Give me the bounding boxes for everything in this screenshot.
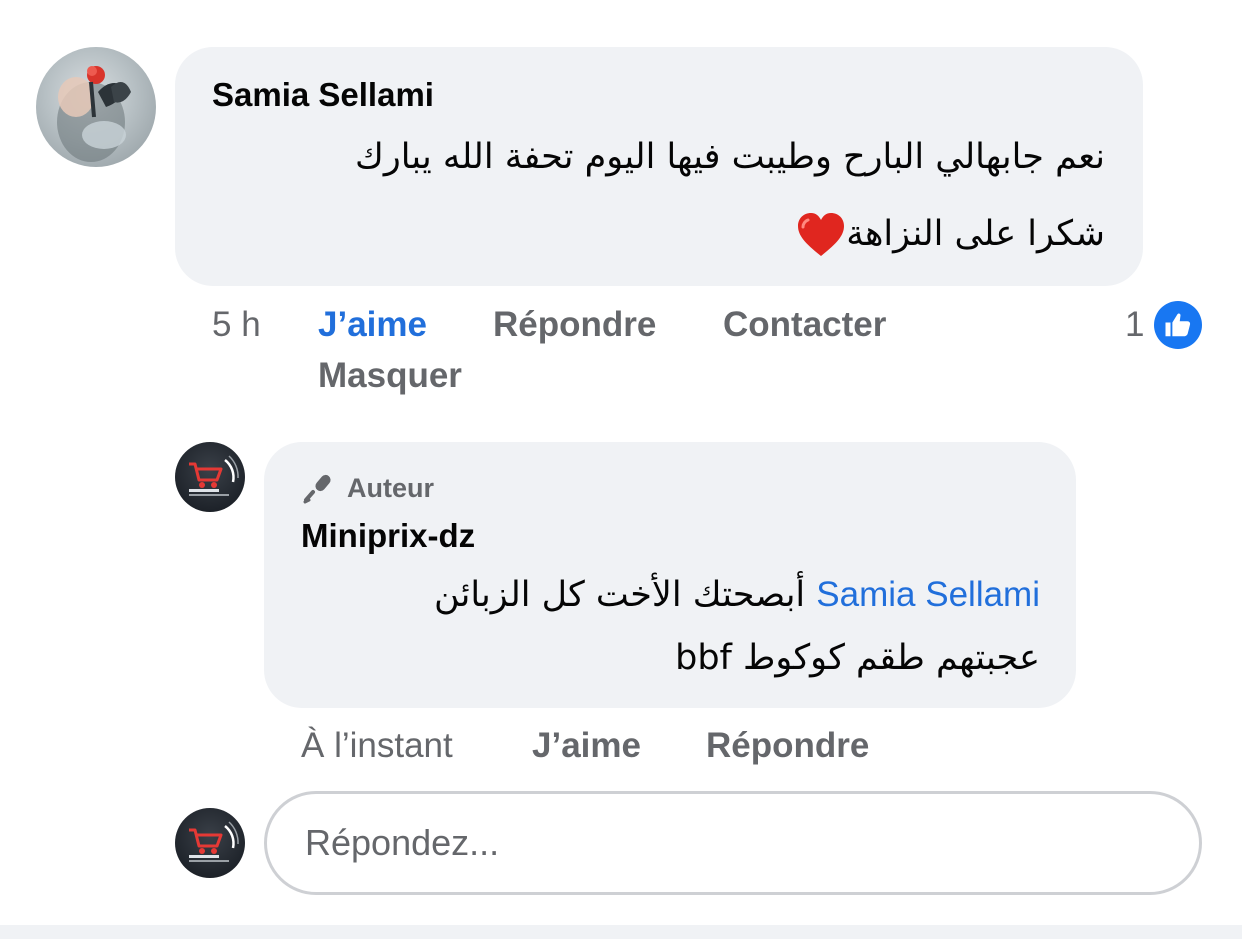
comment-thread: Samia Sellami نعم جابهالي البارح وطيبت ف…	[0, 0, 1242, 939]
like-button[interactable]: J’aime	[532, 726, 641, 766]
reply-button[interactable]: Répondre	[706, 726, 869, 766]
reply-input[interactable]	[303, 821, 1199, 865]
bottom-divider	[0, 925, 1242, 939]
reply-input-container[interactable]	[264, 791, 1202, 895]
avatar-current-user	[175, 808, 245, 878]
reply-actions: À l’instant J’aime Répondre	[0, 0, 1242, 800]
page-logo	[189, 821, 239, 862]
reply-timestamp[interactable]: À l’instant	[301, 726, 453, 766]
